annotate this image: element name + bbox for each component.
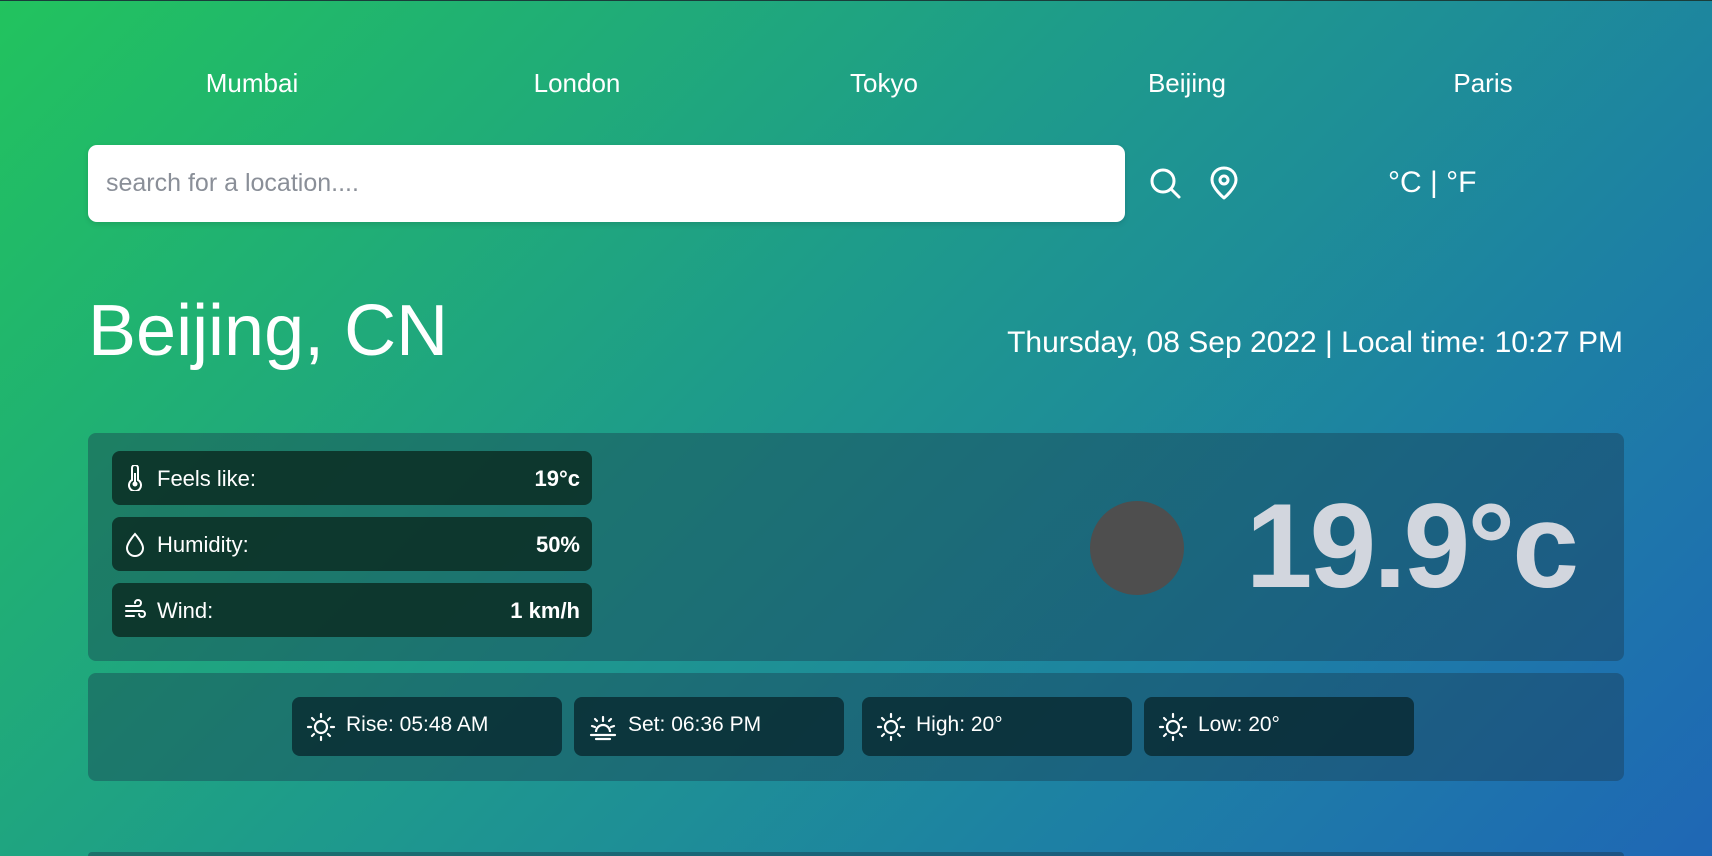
wind-label: Wind:: [157, 598, 214, 623]
wind-icon: [124, 597, 146, 623]
location-pin-icon[interactable]: [1206, 165, 1242, 201]
city-button-mumbai[interactable]: Mumbai: [206, 68, 298, 99]
sunset-text: Set: 06:36 PM: [628, 713, 762, 736]
sunrise-card: Rise: 05:48 AM: [292, 697, 562, 756]
high-temp-card: High: 20°: [862, 697, 1132, 756]
search-icon[interactable]: [1148, 166, 1184, 202]
location-title: Beijing, CN: [88, 291, 449, 371]
wind-value: 1 km/h: [510, 598, 580, 623]
fahrenheit-button[interactable]: °F: [1446, 166, 1476, 199]
weather-icon: [1090, 501, 1184, 595]
current-weather-panel: Feels like: 19°c Humidity: 50% Wind: 1 k…: [88, 433, 1624, 661]
top-border: [0, 0, 1712, 1]
city-button-london[interactable]: London: [534, 68, 621, 99]
current-temperature: 19.9°c: [1245, 479, 1579, 613]
feels-like-value: 19°c: [534, 466, 580, 491]
sun-info-panel: Rise: 05:48 AM Set: 06:36 PM High: 20° L…: [88, 673, 1624, 781]
city-button-paris[interactable]: Paris: [1453, 68, 1512, 99]
sunset-icon: [588, 712, 618, 742]
sunrise-text: Rise: 05:48 AM: [346, 713, 489, 736]
search-input[interactable]: [88, 145, 1125, 222]
sunset-card: Set: 06:36 PM: [574, 697, 844, 756]
wind-row: Wind: 1 km/h: [112, 583, 592, 637]
humidity-label: Humidity:: [157, 532, 249, 557]
low-temp-text: Low: 20°: [1198, 713, 1280, 736]
humidity-row: Humidity: 50%: [112, 517, 592, 571]
city-button-beijing[interactable]: Beijing: [1148, 68, 1226, 99]
feels-like-row: Feels like: 19°c: [112, 451, 592, 505]
local-datetime: Thursday, 08 Sep 2022 | Local time: 10:2…: [1007, 326, 1623, 359]
thermometer-icon: [124, 464, 146, 493]
city-nav: Mumbai London Tokyo Beijing Paris: [0, 68, 1712, 108]
next-panel-edge: [88, 852, 1624, 856]
droplet-icon: [124, 531, 146, 557]
feels-like-label: Feels like:: [157, 466, 257, 491]
city-button-tokyo[interactable]: Tokyo: [850, 68, 918, 99]
search-box: [88, 145, 1125, 222]
humidity-value: 50%: [535, 532, 580, 557]
celsius-button[interactable]: °C: [1388, 166, 1422, 199]
sun-icon: [876, 712, 906, 742]
high-temp-text: High: 20°: [916, 713, 1003, 736]
unit-toggle: °C | °F: [1388, 166, 1476, 200]
sun-icon: [1158, 712, 1188, 742]
low-temp-card: Low: 20°: [1144, 697, 1414, 756]
unit-separator: |: [1430, 166, 1438, 199]
sun-icon: [306, 712, 336, 742]
